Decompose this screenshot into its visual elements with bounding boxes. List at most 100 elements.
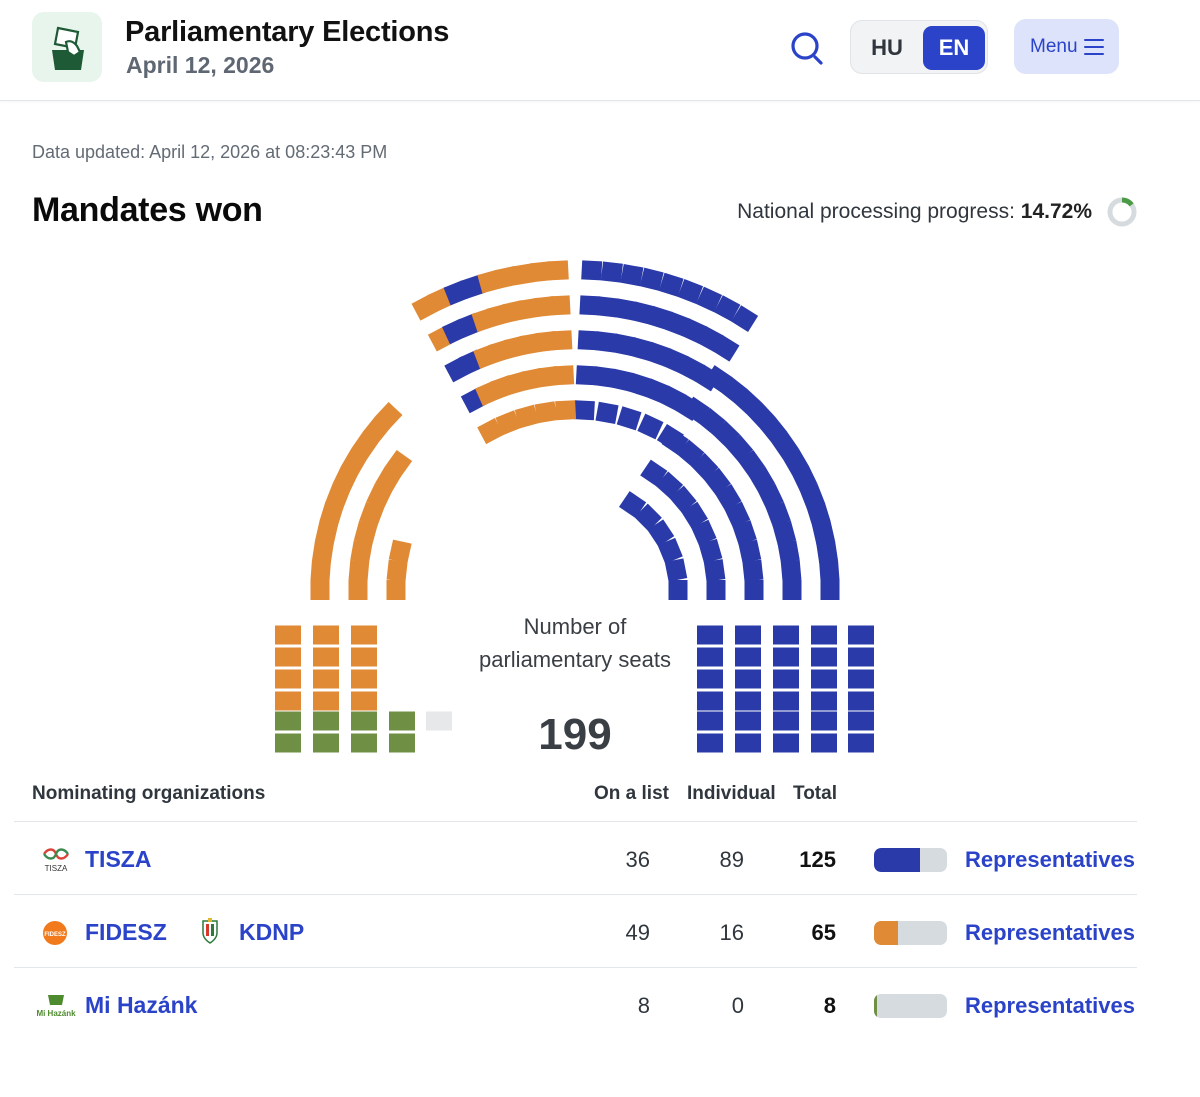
cell-on-list: 8 (637, 993, 650, 1018)
menu-label: Menu (1030, 36, 1078, 57)
parliament-seat-chart (275, 260, 874, 753)
seat-tisza (744, 580, 764, 600)
language-switcher: HU EN (850, 20, 988, 74)
party-link-mi-hazank[interactable]: Mi Hazánk (85, 992, 197, 1019)
seat-tisza (811, 711, 837, 731)
seat-fidesz (275, 669, 301, 689)
seat-fidesz (275, 691, 301, 711)
mi-hazank-logo-icon: Mi Hazánk (36, 995, 76, 1018)
menu-button[interactable]: Menu (1014, 19, 1119, 74)
seat-tisza (735, 691, 761, 711)
seat-fidesz (351, 647, 377, 667)
seat-tisza (697, 711, 723, 731)
seat-fidesz (555, 400, 577, 421)
seat-share-bar (874, 994, 947, 1018)
cell-individual: 0 (731, 993, 744, 1018)
cell-on-list: 36 (625, 847, 650, 872)
svg-text:Mi Hazánk: Mi Hazánk (36, 1009, 76, 1018)
seat-tisza (735, 733, 761, 753)
ballot-box-logo-icon[interactable] (32, 12, 102, 82)
seat-tisza (773, 691, 799, 711)
representatives-link-mi-hazank[interactable]: Representatives (965, 993, 1135, 1019)
seat-mi-hazank (313, 711, 339, 731)
seat-fidesz (275, 647, 301, 667)
seat-tisza (773, 733, 799, 753)
search-icon[interactable] (786, 28, 826, 68)
seat-tisza (697, 691, 723, 711)
seat-tisza (697, 647, 723, 667)
table-row-tisza: TISZA TISZA 36 89 125 Representatives (14, 821, 1137, 894)
seat-share-fill (874, 994, 877, 1018)
seat-tisza (600, 261, 623, 283)
seat-fidesz (313, 647, 339, 667)
seat-fidesz (313, 625, 339, 645)
seat-tisza (697, 669, 723, 689)
representatives-link-fidesz-kdnp[interactable]: Representatives (965, 920, 1135, 946)
cell-total: 65 (811, 920, 836, 945)
cell-on-list: 49 (625, 920, 650, 945)
kdnp-logo-icon (202, 918, 218, 944)
seat-fidesz (351, 625, 377, 645)
lang-en-button[interactable]: EN (923, 26, 985, 70)
seat-mi-hazank (389, 733, 415, 753)
seat-fidesz (313, 691, 339, 711)
seat-tisza (811, 733, 837, 753)
progress-label: National processing progress: (737, 200, 1021, 223)
seat-tisza (848, 669, 874, 689)
progress-ring-icon (1107, 197, 1137, 227)
seat-tisza (780, 559, 802, 582)
seat-fidesz (310, 580, 330, 600)
seat-tisza (848, 691, 874, 711)
seat-fidesz (534, 401, 558, 424)
progress-value: 14.72% (1020, 200, 1092, 223)
seat-tisza (820, 580, 840, 600)
seat-tisza (697, 625, 723, 645)
seat-tisza (773, 711, 799, 731)
seat-fidesz (553, 365, 575, 386)
seat-tisza (773, 669, 799, 689)
seat-tisza (637, 413, 664, 440)
svg-text:FIDESZ: FIDESZ (44, 932, 66, 938)
seat-share-fill (874, 921, 898, 945)
seat-share-bar (874, 848, 947, 872)
seat-tisza (595, 401, 619, 425)
seat-tisza (581, 260, 603, 281)
seat-tisza (668, 580, 688, 600)
seat-fidesz (386, 559, 408, 582)
seat-mi-hazank (351, 733, 377, 753)
seat-tisza (848, 625, 874, 645)
seat-mi-hazank (275, 733, 301, 753)
page-title: Parliamentary Elections (125, 16, 450, 48)
seat-tisza (735, 647, 761, 667)
seat-fidesz (348, 580, 368, 600)
seat-tisza (664, 558, 688, 582)
party-link-fidesz[interactable]: FIDESZ (85, 919, 167, 946)
svg-text:TISZA: TISZA (45, 864, 68, 873)
seat-tisza (816, 540, 838, 564)
seat-chart-caption: Number of parliamentary seats (479, 614, 671, 672)
data-updated-timestamp: Data updated: April 12, 2026 at 08:23:43… (32, 142, 388, 162)
seat-tisza (735, 711, 761, 731)
seat-mi-hazank (313, 733, 339, 753)
column-header-total: Total (793, 783, 837, 804)
seat-mi-hazank (275, 711, 301, 731)
seat-fidesz (310, 560, 331, 582)
seat-empty (426, 711, 452, 731)
seat-tisza (742, 559, 764, 582)
seat-fidesz (275, 625, 301, 645)
column-header-on-list: On a list (594, 783, 669, 804)
seat-tisza (735, 625, 761, 645)
representatives-link-tisza[interactable]: Representatives (965, 847, 1135, 873)
seat-share-bar (874, 921, 947, 945)
seat-tisza (697, 733, 723, 753)
seat-fidesz (313, 669, 339, 689)
cell-total: 125 (799, 847, 836, 872)
party-link-kdnp[interactable]: KDNP (239, 919, 304, 946)
seat-tisza (811, 669, 837, 689)
seat-fidesz (348, 559, 370, 582)
lang-hu-button[interactable]: HU (856, 26, 918, 70)
cell-individual: 89 (719, 847, 744, 872)
fidesz-logo-icon: FIDESZ (43, 921, 67, 945)
party-link-tisza[interactable]: TISZA (85, 846, 151, 873)
tisza-logo-icon: TISZA (43, 848, 69, 873)
